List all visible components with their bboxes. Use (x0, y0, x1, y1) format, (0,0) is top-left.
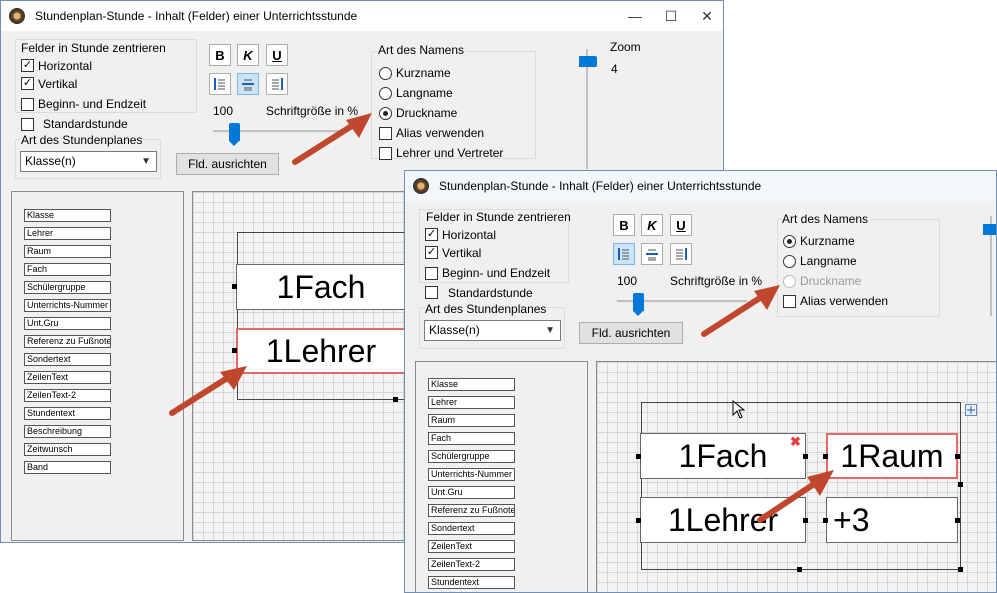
arrow-to-print-name (701, 291, 769, 337)
arrow-to-raum-cell (757, 477, 823, 523)
annotation-arrows-front (701, 285, 834, 523)
